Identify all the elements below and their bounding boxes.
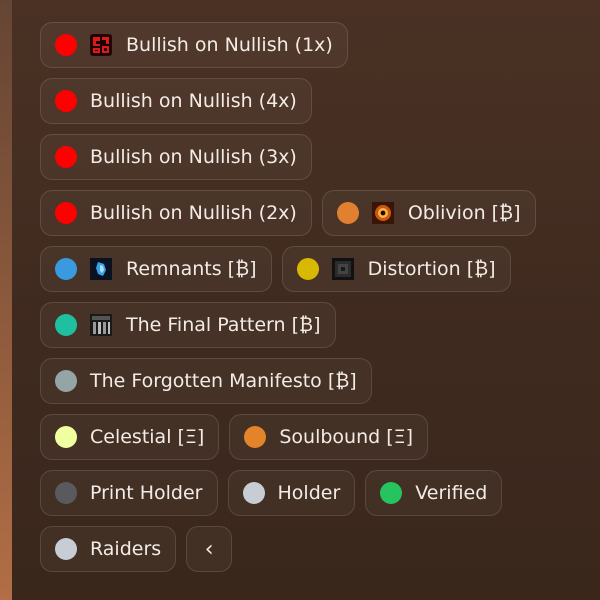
bullish-glyph-icon: [90, 34, 112, 56]
left-edge-gradient: [0, 0, 12, 600]
oblivion-burst-icon: [371, 202, 394, 224]
color-dot: [244, 426, 267, 448]
role-label: Bullish on Nullish (4x): [90, 90, 297, 112]
role-label: Bullish on Nullish (2x): [90, 202, 297, 224]
color-dot: [55, 258, 77, 280]
color-dot: [55, 314, 77, 336]
color-dot: [336, 202, 359, 224]
role-label: Verified: [415, 482, 488, 504]
role-chip-soulbound[interactable]: Soulbound [Ξ]: [229, 414, 429, 460]
color-dot: [55, 90, 77, 112]
role-label: The Final Pattern [₿]: [126, 313, 321, 336]
role-label: Bullish on Nullish (1x): [126, 34, 333, 56]
role-label: Soulbound [Ξ]: [279, 426, 414, 448]
color-dot: [55, 426, 77, 448]
role-chip-final-pattern[interactable]: The Final Pattern [₿]: [40, 302, 336, 348]
color-dot: [380, 482, 403, 504]
blue-crystal-icon: [90, 258, 112, 280]
role-label: Remnants [₿]: [126, 257, 257, 280]
role-label: The Forgotten Manifesto [₿]: [90, 369, 357, 392]
grid-panel-icon: [90, 314, 112, 336]
color-dot: [55, 202, 77, 224]
role-label: Bullish on Nullish (3x): [90, 146, 297, 168]
color-dot: [55, 482, 77, 504]
role-label: Print Holder: [90, 482, 203, 504]
role-chip-bullish-1x[interactable]: Bullish on Nullish (1x): [40, 22, 348, 68]
role-chip-distortion[interactable]: Distortion [₿]: [281, 246, 511, 292]
role-chip-oblivion[interactable]: Oblivion [₿]: [321, 190, 536, 236]
color-dot: [242, 482, 265, 504]
role-chip-holder[interactable]: Holder: [227, 470, 356, 516]
color-dot: [55, 538, 77, 560]
role-chip-verified[interactable]: Verified: [365, 470, 503, 516]
role-chip-print-holder[interactable]: Print Holder: [40, 470, 218, 516]
role-label: Raiders: [90, 538, 162, 560]
role-chip-forgotten-manifesto[interactable]: The Forgotten Manifesto [₿]: [40, 358, 372, 404]
color-dot: [55, 34, 77, 56]
color-dot: [55, 146, 77, 168]
role-label: Holder: [277, 482, 341, 504]
role-chip-remnants[interactable]: Remnants [₿]: [40, 246, 272, 292]
distortion-square-icon: [331, 258, 354, 280]
chevron-left-icon: ‹: [204, 536, 214, 562]
role-label: Celestial [Ξ]: [90, 426, 205, 448]
role-chip-celestial[interactable]: Celestial [Ξ]: [40, 414, 220, 460]
role-chip-bullish-4x[interactable]: Bullish on Nullish (4x): [40, 78, 312, 124]
role-chip-raiders[interactable]: Raiders: [40, 526, 177, 572]
role-chip-bullish-3x[interactable]: Bullish on Nullish (3x): [40, 134, 312, 180]
role-chip-list: Bullish on Nullish (1x) Bullish on Nulli…: [40, 22, 570, 582]
role-chip-bullish-2x[interactable]: Bullish on Nullish (2x): [40, 190, 312, 236]
collapse-button[interactable]: ‹: [186, 526, 233, 572]
role-label: Oblivion [₿]: [407, 201, 521, 224]
color-dot: [296, 258, 319, 280]
color-dot: [55, 370, 77, 392]
role-label: Distortion [₿]: [367, 257, 496, 280]
